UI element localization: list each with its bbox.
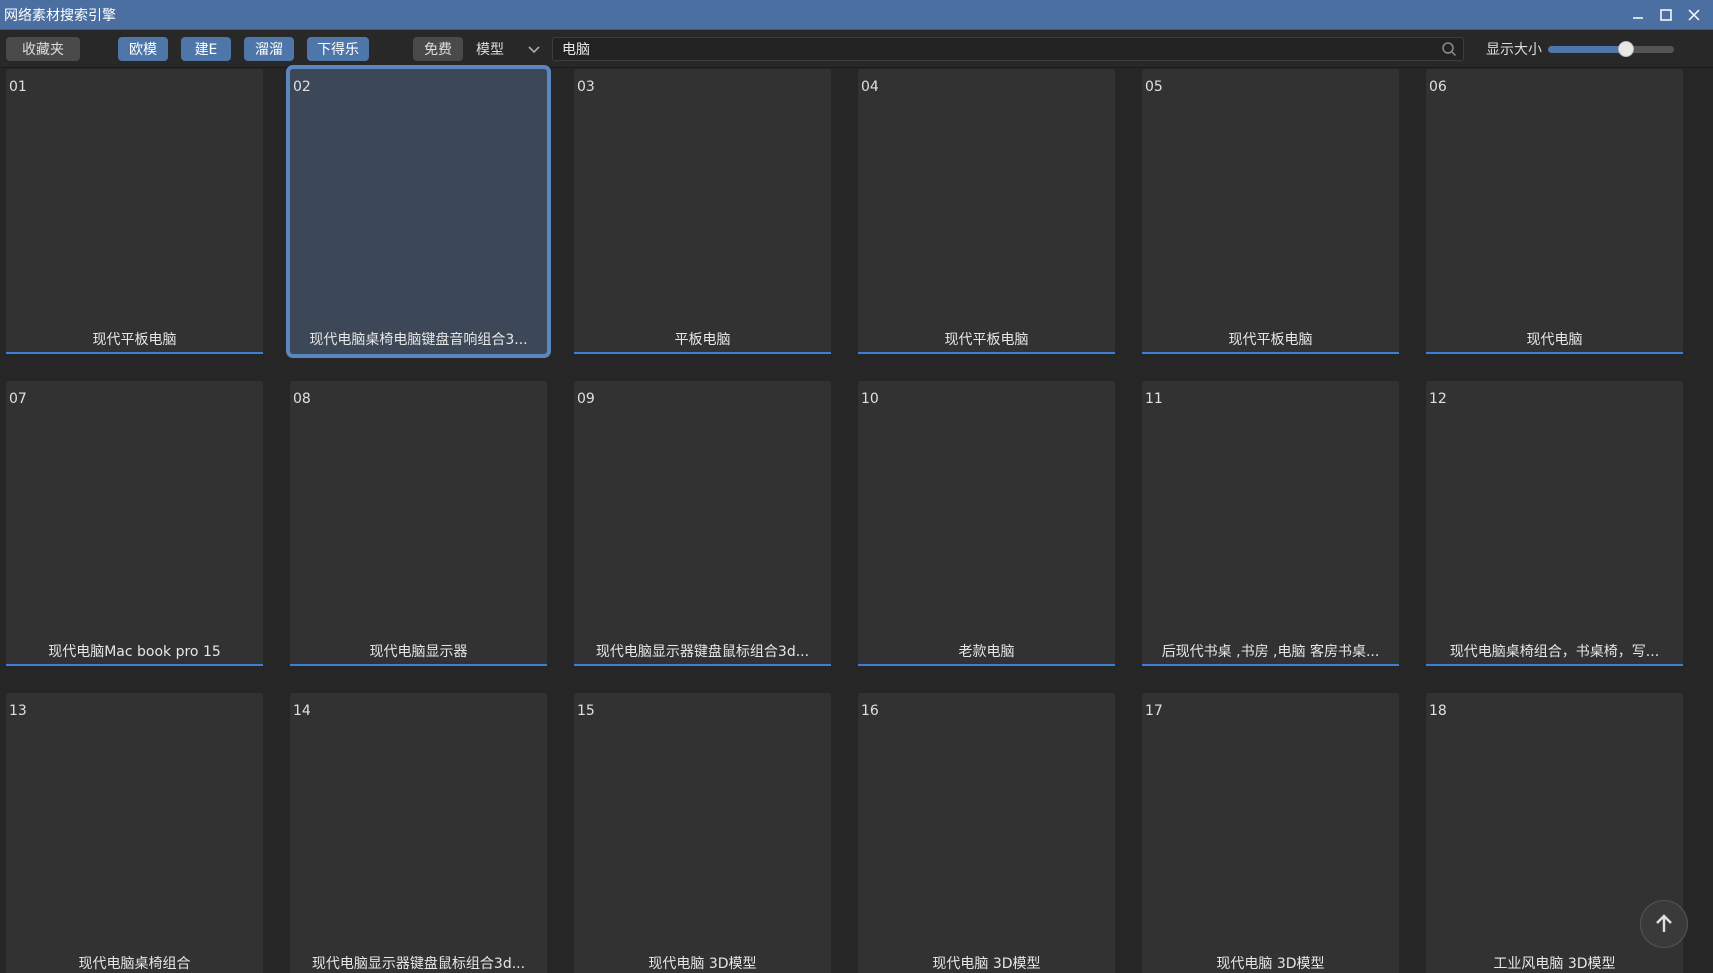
- result-card-number: 15: [577, 703, 595, 719]
- search-box: [552, 36, 1464, 61]
- result-card-underline: [858, 664, 1115, 666]
- close-icon: [1688, 8, 1700, 21]
- result-card-caption: 现代电脑 3D模型: [1216, 956, 1325, 972]
- result-card-caption: 平板电脑: [674, 332, 731, 348]
- result-card[interactable]: 08 现代电脑显示器: [290, 381, 547, 666]
- result-card[interactable]: 09 现代电脑显示器键盘鼠标组合3d...: [574, 381, 831, 666]
- scroll-top-button[interactable]: [1640, 900, 1688, 948]
- source-button-xiadele[interactable]: 下得乐: [307, 36, 369, 61]
- maximize-icon: [1660, 8, 1672, 21]
- result-card-caption: 现代电脑Mac book pro 15: [48, 644, 221, 660]
- result-card-number: 14: [293, 703, 311, 719]
- result-card-caption: 现代电脑 3D模型: [648, 956, 757, 972]
- result-card-number: 08: [293, 391, 311, 407]
- result-card[interactable]: 05 现代平板电脑: [1142, 69, 1399, 354]
- slider-thumb[interactable]: [1618, 40, 1635, 57]
- type-select-value: 模型: [476, 41, 504, 58]
- result-card-number: 13: [9, 703, 27, 719]
- close-button[interactable]: [1681, 3, 1707, 27]
- result-card-caption: 工业风电脑 3D模型: [1493, 956, 1616, 972]
- result-card[interactable]: 02 现代电脑桌椅电脑键盘音响组合3...: [286, 65, 551, 358]
- title-bar: 网络素材搜索引擎: [0, 0, 1713, 30]
- source-button-omo[interactable]: 欧模: [118, 36, 168, 61]
- result-card-underline: [1426, 664, 1683, 666]
- result-card-underline: [1142, 352, 1399, 354]
- window-title: 网络素材搜索引擎: [4, 7, 116, 24]
- result-card-number: 16: [861, 703, 879, 719]
- free-filter-button[interactable]: 免费: [413, 36, 463, 61]
- window-controls: [1625, 3, 1707, 27]
- type-select[interactable]: 模型: [472, 36, 546, 62]
- result-card-number: 06: [1429, 79, 1447, 95]
- source-button-jiane[interactable]: 建E: [181, 36, 231, 61]
- search-input[interactable]: [562, 40, 1441, 57]
- slider-fill: [1548, 45, 1627, 53]
- result-card-underline: [6, 664, 263, 666]
- result-card[interactable]: 17 现代电脑 3D模型: [1142, 693, 1399, 973]
- display-size-slider[interactable]: [1548, 40, 1674, 57]
- result-card-number: 18: [1429, 703, 1447, 719]
- result-card-number: 05: [1145, 79, 1163, 95]
- result-card-underline: [290, 664, 547, 666]
- result-card-number: 04: [861, 79, 879, 95]
- display-size-label: 显示大小: [1486, 41, 1542, 58]
- result-card-underline: [574, 352, 831, 354]
- result-card-caption: 现代电脑显示器键盘鼠标组合3d...: [311, 956, 526, 972]
- result-card[interactable]: 07 现代电脑Mac book pro 15: [6, 381, 263, 666]
- result-card-caption: 现代电脑显示器: [369, 644, 468, 660]
- result-card-underline: [6, 352, 263, 354]
- result-card[interactable]: 13 现代电脑桌椅组合: [6, 693, 263, 973]
- result-card-caption: 后现代书桌 ,书房 ,电脑 客房书桌...: [1161, 644, 1380, 660]
- result-card-number: 07: [9, 391, 27, 407]
- result-card-number: 01: [9, 79, 27, 95]
- result-card[interactable]: 14 现代电脑显示器键盘鼠标组合3d...: [290, 693, 547, 973]
- result-card-underline: [858, 352, 1115, 354]
- result-card-number: 02: [293, 79, 311, 95]
- result-card-caption: 现代平板电脑: [92, 332, 177, 348]
- result-card-caption: 现代电脑: [1526, 332, 1583, 348]
- result-card[interactable]: 06 现代电脑: [1426, 69, 1683, 354]
- result-card[interactable]: 15 现代电脑 3D模型: [574, 693, 831, 973]
- result-card-underline: [1142, 664, 1399, 666]
- result-card-caption: 现代电脑桌椅组合: [78, 956, 191, 972]
- result-card[interactable]: 16 现代电脑 3D模型: [858, 693, 1115, 973]
- result-card-caption: 现代平板电脑: [1228, 332, 1313, 348]
- result-card[interactable]: 01 现代平板电脑: [6, 69, 263, 354]
- result-card[interactable]: 12 现代电脑桌椅组合，书桌椅，写...: [1426, 381, 1683, 666]
- result-card-caption: 现代电脑显示器键盘鼠标组合3d...: [595, 644, 810, 660]
- search-icon[interactable]: [1441, 41, 1457, 57]
- result-card[interactable]: 11 后现代书桌 ,书房 ,电脑 客房书桌...: [1142, 381, 1399, 666]
- chevron-down-icon: [528, 45, 540, 53]
- result-card-caption: 现代电脑 3D模型: [932, 956, 1041, 972]
- source-button-liuliu[interactable]: 溜溜: [244, 36, 294, 61]
- result-card-number: 12: [1429, 391, 1447, 407]
- result-card-number: 09: [577, 391, 595, 407]
- toolbar: 收藏夹 欧模 建E 溜溜 下得乐 免费 模型 显示大小: [0, 30, 1713, 68]
- result-card-number: 11: [1145, 391, 1163, 407]
- minimize-button[interactable]: [1625, 3, 1651, 27]
- result-card-number: 17: [1145, 703, 1163, 719]
- app-window: 网络素材搜索引擎 收藏夹 欧模 建E 溜溜 下得乐 免费 模型 显示大小: [0, 0, 1713, 973]
- favorites-button[interactable]: 收藏夹: [6, 36, 80, 61]
- result-card[interactable]: 10 老款电脑: [858, 381, 1115, 666]
- result-card-number: 10: [861, 391, 879, 407]
- maximize-button[interactable]: [1653, 3, 1679, 27]
- result-card-number: 03: [577, 79, 595, 95]
- result-card-caption: 现代电脑桌椅电脑键盘音响组合3...: [309, 332, 528, 348]
- result-card-caption: 现代平板电脑: [944, 332, 1029, 348]
- result-card[interactable]: 04 现代平板电脑: [858, 69, 1115, 354]
- result-card-underline: [574, 664, 831, 666]
- result-grid: 01 现代平板电脑 02 现代电脑桌椅电脑键盘音响组合3... 03 平板电脑 04 现代平板…: [6, 65, 1683, 973]
- result-card-caption: 老款电脑: [958, 644, 1015, 660]
- result-card[interactable]: 03 平板电脑: [574, 69, 831, 354]
- result-card-caption: 现代电脑桌椅组合，书桌椅，写...: [1449, 644, 1660, 660]
- result-card-underline: [1426, 352, 1683, 354]
- arrow-up-icon: [1656, 914, 1672, 932]
- minimize-icon: [1633, 16, 1643, 19]
